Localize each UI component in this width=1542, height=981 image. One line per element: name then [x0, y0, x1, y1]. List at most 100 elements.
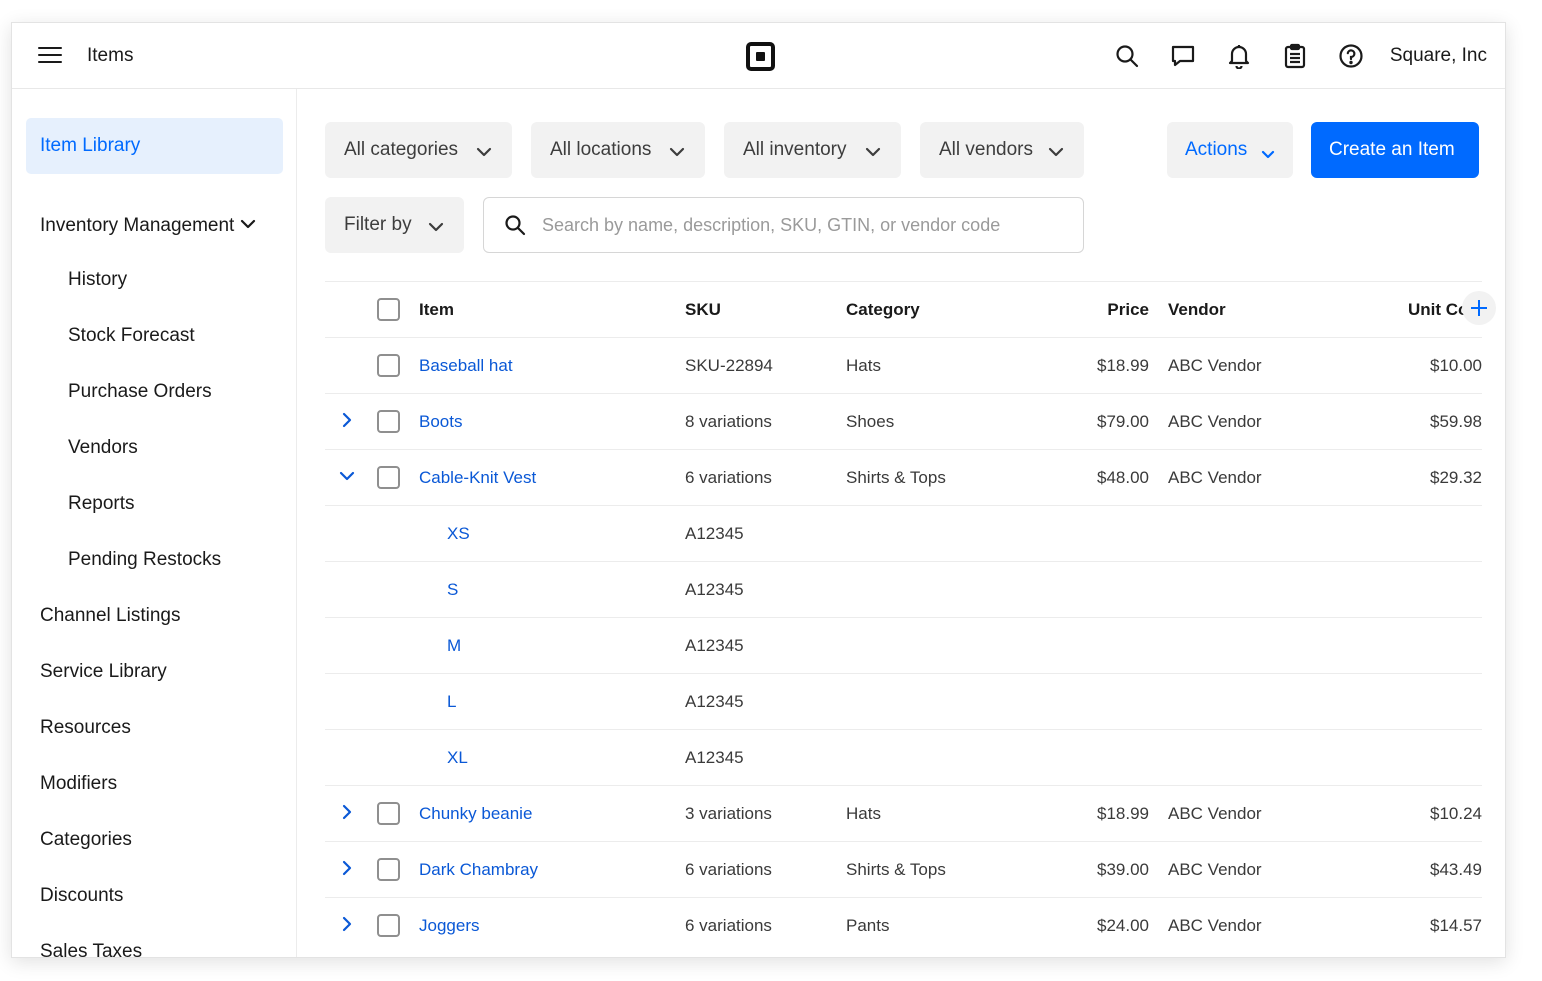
item-name-link[interactable]: Dark Chambray: [419, 860, 538, 880]
table-row[interactable]: Boots 8 variations Shoes $79.00 ABC Vend…: [325, 393, 1482, 449]
row-checkbox[interactable]: [377, 858, 400, 881]
column-header-category[interactable]: Category: [846, 300, 920, 320]
sidebar-item-label: Service Library: [40, 661, 167, 682]
item-price: $39.00: [1097, 860, 1149, 879]
sidebar-item-reports[interactable]: Reports: [68, 493, 135, 515]
column-header-item[interactable]: Item: [419, 300, 454, 320]
item-vendor: ABC Vendor: [1168, 356, 1262, 375]
chevron-down-icon: [865, 141, 881, 163]
item-vendor: ABC Vendor: [1168, 860, 1262, 879]
variation-row[interactable]: XS A12345: [325, 505, 1482, 561]
actions-button[interactable]: Actions: [1167, 122, 1293, 178]
item-unit-cost: $43.49: [1430, 860, 1482, 879]
column-header-vendor[interactable]: Vendor: [1168, 300, 1226, 320]
add-column-icon[interactable]: [1462, 291, 1496, 325]
search-box: [483, 197, 1084, 253]
table-row[interactable]: Joggers 6 variations Pants $24.00 ABC Ve…: [325, 897, 1482, 953]
item-sku: 6 variations: [685, 916, 772, 935]
select-all-checkbox[interactable]: [377, 298, 400, 321]
clipboard-icon[interactable]: [1282, 43, 1308, 69]
variation-row[interactable]: S A12345: [325, 561, 1482, 617]
search-input[interactable]: [542, 210, 1062, 240]
table-row[interactable]: Baseball hat SKU-22894 Hats $18.99 ABC V…: [325, 337, 1482, 393]
locations-filter[interactable]: All locations: [531, 122, 705, 178]
item-vendor: ABC Vendor: [1168, 916, 1262, 935]
categories-filter-label: All categories: [344, 139, 459, 160]
row-checkbox[interactable]: [377, 410, 400, 433]
sidebar-item-history[interactable]: History: [68, 269, 127, 291]
sidebar-item-inventory-management[interactable]: Inventory Management: [40, 213, 256, 237]
chevron-down-icon: [476, 141, 492, 163]
sidebar-item-stock-forecast[interactable]: Stock Forecast: [68, 325, 195, 347]
account-name[interactable]: Square, Inc: [1390, 45, 1487, 67]
sidebar-item-categories[interactable]: Categories: [40, 829, 132, 851]
categories-filter[interactable]: All categories: [325, 122, 512, 178]
item-category: Shirts & Tops: [846, 860, 946, 879]
row-checkbox[interactable]: [377, 802, 400, 825]
sidebar-item-label: Vendors: [68, 437, 138, 458]
chevron-right-icon[interactable]: [337, 410, 357, 430]
filter-by-label: Filter by: [344, 214, 412, 235]
vendors-filter[interactable]: All vendors: [920, 122, 1084, 178]
actions-button-label: Actions: [1185, 139, 1248, 160]
column-header-sku[interactable]: SKU: [685, 300, 721, 320]
help-icon[interactable]: [1338, 43, 1364, 69]
item-sku: 8 variations: [685, 412, 772, 431]
chevron-right-icon[interactable]: [337, 802, 357, 822]
variation-name-link[interactable]: XS: [447, 524, 470, 544]
table-row[interactable]: Dark Chambray 6 variations Shirts & Tops…: [325, 841, 1482, 897]
variation-name-link[interactable]: L: [447, 692, 456, 712]
sidebar-item-channel-listings[interactable]: Channel Listings: [40, 605, 180, 627]
variation-name-link[interactable]: S: [447, 580, 458, 600]
item-category: Hats: [846, 356, 881, 375]
variation-name-link[interactable]: M: [447, 636, 461, 656]
bell-icon[interactable]: [1226, 43, 1252, 70]
menu-icon[interactable]: [38, 45, 62, 65]
filter-by-button[interactable]: Filter by: [325, 197, 464, 253]
sidebar-item-resources[interactable]: Resources: [40, 717, 131, 739]
chevron-right-icon[interactable]: [337, 858, 357, 878]
messages-icon[interactable]: [1170, 43, 1196, 69]
items-table: Item SKU Category Price Vendor Unit Cost…: [325, 281, 1496, 953]
chevron-down-icon[interactable]: [337, 466, 357, 486]
chevron-right-icon[interactable]: [337, 914, 357, 934]
item-name-link[interactable]: Cable-Knit Vest: [419, 468, 536, 488]
item-unit-cost: $14.57: [1430, 916, 1482, 935]
variation-row[interactable]: M A12345: [325, 617, 1482, 673]
top-bar: Items Square, Inc: [12, 23, 1505, 89]
sidebar-item-sales-taxes[interactable]: Sales Taxes: [40, 941, 142, 957]
item-name-link[interactable]: Baseball hat: [419, 356, 513, 376]
sidebar-item-purchase-orders[interactable]: Purchase Orders: [68, 381, 212, 403]
variation-row[interactable]: L A12345: [325, 673, 1482, 729]
item-vendor: ABC Vendor: [1168, 412, 1262, 431]
variation-row[interactable]: XL A12345: [325, 729, 1482, 785]
sidebar: Item Library Inventory Management Histor…: [12, 89, 297, 957]
row-checkbox[interactable]: [377, 354, 400, 377]
row-checkbox[interactable]: [377, 466, 400, 489]
search-icon[interactable]: [1114, 43, 1140, 69]
row-checkbox[interactable]: [377, 914, 400, 937]
create-item-button[interactable]: Create an Item: [1311, 122, 1479, 178]
variation-sku: A12345: [685, 692, 744, 711]
sidebar-item-label: Stock Forecast: [68, 325, 195, 346]
variation-sku: A12345: [685, 524, 744, 543]
variation-name-link[interactable]: XL: [447, 748, 468, 768]
table-row[interactable]: Cable-Knit Vest 6 variations Shirts & To…: [325, 449, 1482, 505]
sidebar-item-vendors[interactable]: Vendors: [68, 437, 138, 459]
sidebar-item-item-library[interactable]: Item Library: [26, 118, 283, 174]
column-header-price[interactable]: Price: [1107, 300, 1149, 320]
item-name-link[interactable]: Chunky beanie: [419, 804, 532, 824]
chevron-down-icon: [1261, 143, 1275, 165]
sidebar-item-label: Inventory Management: [40, 215, 235, 236]
inventory-filter-label: All inventory: [743, 139, 847, 160]
item-name-link[interactable]: Boots: [419, 412, 462, 432]
variation-sku: A12345: [685, 748, 744, 767]
item-name-link[interactable]: Joggers: [419, 916, 479, 936]
inventory-filter[interactable]: All inventory: [724, 122, 901, 178]
item-price: $48.00: [1097, 468, 1149, 487]
sidebar-item-pending-restocks[interactable]: Pending Restocks: [68, 549, 221, 571]
sidebar-item-service-library[interactable]: Service Library: [40, 661, 167, 683]
table-row[interactable]: Chunky beanie 3 variations Hats $18.99 A…: [325, 785, 1482, 841]
sidebar-item-modifiers[interactable]: Modifiers: [40, 773, 117, 795]
sidebar-item-discounts[interactable]: Discounts: [40, 885, 123, 907]
